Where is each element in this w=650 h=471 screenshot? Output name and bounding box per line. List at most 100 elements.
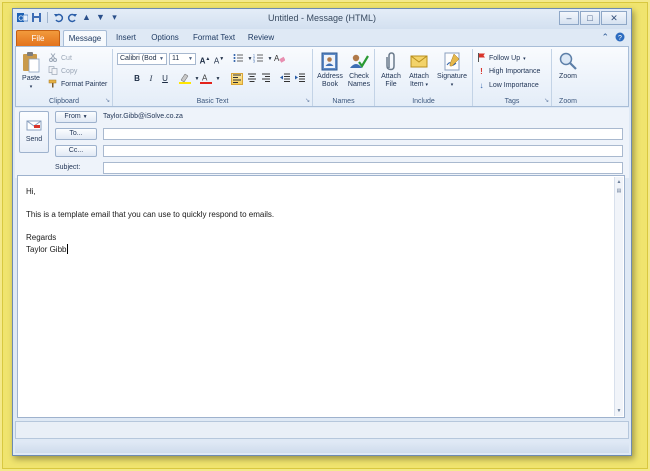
body-line-signature: Taylor Gibb (26, 244, 69, 254)
format-painter-button[interactable]: Format Painter (48, 79, 107, 90)
font-size-combo[interactable]: 11 ▼ (169, 53, 196, 65)
basic-text-group-label: Basic Text (196, 98, 229, 105)
underline-button[interactable]: U (159, 73, 171, 85)
group-zoom: Zoom Zoom (552, 49, 584, 106)
paste-button[interactable]: Paste ▾ (18, 51, 44, 91)
low-importance-button[interactable]: ↓ Low Importance (477, 81, 539, 90)
include-group-label: Include (412, 98, 435, 105)
svg-text:?: ? (618, 35, 622, 42)
decrease-indent-icon[interactable] (279, 73, 291, 85)
shrink-font-icon[interactable]: A▼ (213, 53, 225, 66)
message-header: Send From ▼ Taylor.Gibb@iSolve.co.za To.… (15, 108, 629, 178)
attach-file-button[interactable]: Attach File (377, 51, 405, 89)
maximize-icon[interactable]: □ (580, 11, 600, 25)
from-button[interactable]: From ▼ (55, 111, 97, 123)
subject-field[interactable] (103, 162, 623, 174)
follow-up-button[interactable]: Follow Up ▾ (477, 53, 526, 64)
body-line: Hi, (26, 187, 36, 196)
exclamation-icon: ! (480, 67, 483, 76)
font-color-dropdown-icon[interactable]: ▼ (212, 73, 224, 85)
cc-field[interactable] (103, 145, 623, 157)
grow-font-icon[interactable]: A▲ (199, 53, 211, 66)
clear-formatting-icon[interactable]: A (273, 53, 286, 65)
zoom-group-label: Zoom (559, 98, 577, 105)
ruler-toggle-icon[interactable]: ▤ (615, 187, 623, 195)
bullets-icon[interactable] (232, 53, 244, 65)
check-names-button[interactable]: Check Names (344, 51, 374, 89)
from-address: Taylor.Gibb@iSolve.co.za (103, 113, 183, 120)
to-button[interactable]: To... (55, 128, 97, 140)
increase-indent-icon[interactable] (294, 73, 306, 85)
dropdown-arrow-icon: ▼ (188, 56, 193, 62)
attach-item-button[interactable]: Attach Item ▾ (405, 51, 433, 89)
close-icon[interactable]: ✕ (601, 11, 627, 25)
font-name-combo[interactable]: Calibri (Bod ▼ (117, 53, 167, 65)
vertical-scrollbar[interactable]: ▲ ▤ ▼ (614, 177, 623, 416)
tab-options[interactable]: Options (146, 30, 184, 47)
body-text[interactable]: Hi, This is a template email that you ca… (26, 186, 274, 256)
zoom-button[interactable]: Zoom (554, 51, 582, 81)
body-line: This is a template email that you can us… (26, 210, 275, 219)
magnifier-icon (559, 52, 577, 70)
svg-text:3: 3 (253, 60, 255, 64)
send-button[interactable]: Send (19, 111, 49, 153)
numbering-icon[interactable]: 123 (252, 53, 264, 65)
cc-button[interactable]: Cc... (55, 145, 97, 157)
group-names: Address Book Check Names Names (313, 49, 375, 106)
clipboard-group-label: Clipboard (49, 98, 79, 105)
paste-icon (23, 52, 40, 73)
group-clipboard: Paste ▾ Cut Copy Format Painter Clipboar… (16, 49, 113, 106)
body-line: Regards (26, 233, 57, 242)
to-field[interactable] (103, 128, 623, 140)
scroll-down-icon[interactable]: ▼ (615, 407, 623, 415)
bold-button[interactable]: B (131, 73, 143, 85)
clipboard-dialog-launcher[interactable]: ↘ (105, 97, 110, 104)
tab-review[interactable]: Review (244, 30, 278, 47)
tab-bar-right: ⌃ ? (601, 32, 625, 44)
basic-text-dialog-launcher[interactable]: ↘ (305, 97, 310, 104)
signature-button[interactable]: Signature ▾ (433, 51, 471, 89)
tab-file[interactable]: File (16, 30, 60, 47)
group-include: Attach File Attach Item ▾ Signature ▾ Inclu… (375, 49, 473, 106)
svg-text:A: A (202, 74, 208, 83)
collapse-ribbon-icon[interactable]: ⌃ (601, 32, 609, 44)
cut-button[interactable]: Cut (48, 53, 72, 64)
message-body[interactable]: Hi, This is a template email that you ca… (17, 175, 625, 418)
status-bar (15, 441, 629, 453)
text-caret (67, 244, 69, 254)
dropdown-arrow-icon: ▼ (82, 114, 88, 120)
ribbon: Paste ▾ Cut Copy Format Painter Clipboar… (15, 46, 629, 107)
subject-label: Subject: (55, 164, 81, 171)
title-bar: O ▲ ▼ ▾ Untitled - Message (HTML) – □ ✕ (13, 9, 631, 29)
copy-button[interactable]: Copy (48, 66, 77, 77)
high-importance-button[interactable]: ! High Importance (477, 67, 540, 76)
highlight-icon[interactable] (179, 73, 191, 85)
names-group-label: Names (332, 98, 355, 105)
send-icon (26, 120, 42, 131)
tab-insert[interactable]: Insert (109, 30, 143, 47)
down-arrow-icon: ↓ (479, 81, 484, 90)
scissors-icon (48, 53, 58, 64)
dropdown-arrow-icon: ▼ (159, 56, 164, 62)
align-right-icon[interactable] (260, 73, 272, 85)
tags-dialog-launcher[interactable]: ↘ (544, 97, 549, 104)
italic-button[interactable]: I (145, 73, 157, 85)
scroll-up-icon[interactable]: ▲ (615, 178, 623, 186)
tab-format-text[interactable]: Format Text (189, 30, 239, 47)
signature-icon (444, 52, 460, 71)
help-icon[interactable]: ? (615, 32, 625, 44)
people-pane-bar[interactable] (15, 421, 629, 439)
address-book-icon (321, 52, 338, 71)
message-window: O ▲ ▼ ▾ Untitled - Message (HTML) – □ ✕ … (12, 8, 632, 456)
group-basic-text: Calibri (Bod ▼ 11 ▼ A▲ A▼ ▼ 123 ▼ A B I U (113, 49, 313, 106)
window-title: Untitled - Message (HTML) (267, 13, 377, 23)
paperclip-icon (386, 52, 395, 71)
address-book-button[interactable]: Address Book (315, 51, 345, 89)
ribbon-tabs: File Message Insert Options Format Text … (13, 29, 631, 48)
align-left-icon[interactable] (231, 73, 243, 85)
minimize-icon[interactable]: – (559, 11, 579, 25)
align-center-icon[interactable] (246, 73, 258, 85)
font-color-icon[interactable]: A (200, 73, 212, 85)
